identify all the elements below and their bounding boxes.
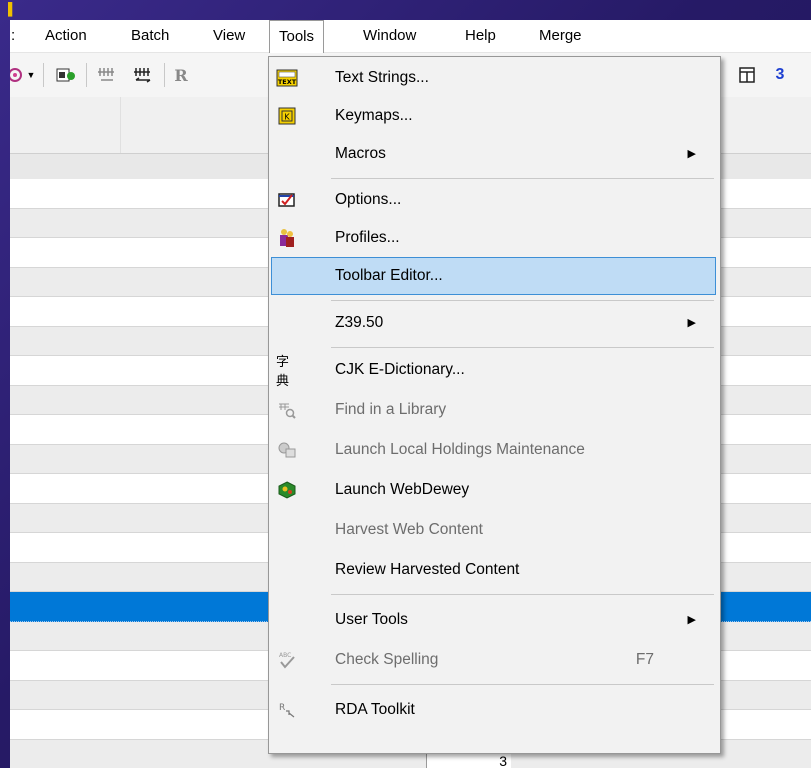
menu-help[interactable]: Help (456, 20, 505, 52)
record-icon[interactable] (54, 65, 78, 85)
menu-item-z3950[interactable]: Z39.50 ▶ (271, 304, 716, 342)
menu-item-review-harvested-content[interactable]: Review Harvested Content (271, 551, 716, 589)
menu-item-label: CJK E-Dictionary... (335, 361, 465, 378)
svg-text:ABC: ABC (279, 652, 291, 659)
svg-text:R: R (279, 703, 285, 713)
menu-batch[interactable]: Batch (122, 20, 178, 52)
svg-text:K: K (284, 113, 290, 122)
menu-separator (331, 347, 714, 348)
menu-item-user-tools[interactable]: User Tools ▶ (271, 601, 716, 639)
menu-item-harvest-web-content[interactable]: Harvest Web Content (271, 511, 716, 549)
find-library-icon (276, 400, 298, 420)
holdings-icon (276, 440, 298, 460)
options-icon (276, 190, 298, 210)
menu-view[interactable]: View (204, 20, 254, 52)
app-icon: ▌ (8, 2, 17, 16)
swap-icon[interactable] (130, 65, 156, 85)
menu-bar: : Action Batch View Tools Window Help Me… (10, 20, 811, 54)
toolbar-dropdown-icon[interactable] (10, 65, 24, 85)
menu-item-cjk-dictionary[interactable]: 字典 CJK E-Dictionary... (271, 351, 716, 389)
menu-item-label: User Tools (335, 611, 408, 628)
menu-item-toolbar-editor[interactable]: Toolbar Editor... (271, 257, 716, 295)
menu-item-launch-local-holdings[interactable]: Launch Local Holdings Maintenance (271, 431, 716, 469)
rda-icon: R (276, 700, 298, 720)
spellcheck-icon: ABC (276, 650, 298, 670)
menu-item-label: Macros (335, 145, 386, 162)
text-strings-icon: TEXT (276, 68, 298, 88)
menu-item-label: Toolbar Editor... (335, 267, 443, 284)
chevron-down-icon[interactable]: ▼ (26, 65, 36, 85)
menu-item-find-in-library[interactable]: Find in a Library (271, 391, 716, 429)
profiles-icon (276, 228, 298, 248)
keymaps-icon: K (276, 106, 298, 126)
menu-merge[interactable]: Merge (530, 20, 591, 52)
menu-window[interactable]: Window (354, 20, 425, 52)
submenu-arrow-icon: ▶ (687, 614, 696, 626)
menu-item-label: Review Harvested Content (335, 561, 520, 578)
menu-item-options[interactable]: Options... (271, 181, 716, 219)
menu-item-shortcut: F7 (635, 651, 654, 668)
toolbar-separator (164, 63, 165, 87)
menu-action[interactable]: Action (36, 20, 96, 52)
columns-icon[interactable] (736, 65, 758, 85)
menu-separator (331, 684, 714, 685)
svg-text:TEXT: TEXT (278, 78, 297, 86)
toolbar-number-button[interactable]: 3 (770, 65, 790, 85)
menu-item-label: Keymaps... (335, 107, 413, 124)
menu-partial-edge: : (11, 27, 16, 44)
menu-item-rda-toolkit[interactable]: R RDA Toolkit (271, 691, 716, 729)
submenu-arrow-icon: ▶ (687, 148, 696, 160)
menu-item-keymaps[interactable]: K Keymaps... (271, 97, 716, 135)
webdewey-icon (276, 480, 298, 500)
menu-item-launch-webdewey[interactable]: Launch WebDewey (271, 471, 716, 509)
menu-item-profiles[interactable]: Profiles... (271, 219, 716, 257)
menu-item-label: Options... (335, 191, 402, 208)
menu-item-label: Harvest Web Content (335, 521, 483, 538)
menu-item-label: Check Spelling (335, 651, 439, 668)
menu-item-text-strings[interactable]: TEXT Text Strings... (271, 59, 716, 97)
menu-item-label: Z39.50 (335, 314, 384, 331)
menu-item-macros[interactable]: Macros ▶ (271, 135, 716, 173)
tools-menu: TEXT Text Strings... K Keymaps... Macros… (268, 56, 721, 754)
area-divider (120, 97, 121, 153)
menu-separator (331, 300, 714, 301)
menu-item-check-spelling[interactable]: ABC Check Spelling F7 (271, 641, 716, 679)
toolbar-separator (86, 63, 87, 87)
menu-item-label: Launch Local Holdings Maintenance (335, 441, 585, 458)
submenu-arrow-icon: ▶ (687, 317, 696, 329)
menu-item-label: Find in a Library (335, 401, 447, 418)
menu-separator (331, 178, 714, 179)
compare-icon[interactable] (94, 65, 120, 85)
menu-item-label: Profiles... (335, 229, 400, 246)
cjk-dictionary-icon: 字典 (276, 355, 290, 389)
grid-cell-value[interactable]: 3 (426, 752, 511, 768)
menu-item-label: Text Strings... (335, 69, 429, 86)
toolbar-r-button[interactable]: R (170, 65, 192, 85)
menu-item-label: Launch WebDewey (335, 481, 470, 498)
toolbar-separator (43, 63, 44, 87)
menu-item-label: RDA Toolkit (335, 701, 415, 718)
menu-tools[interactable]: Tools (269, 20, 325, 54)
menu-separator (331, 594, 714, 595)
